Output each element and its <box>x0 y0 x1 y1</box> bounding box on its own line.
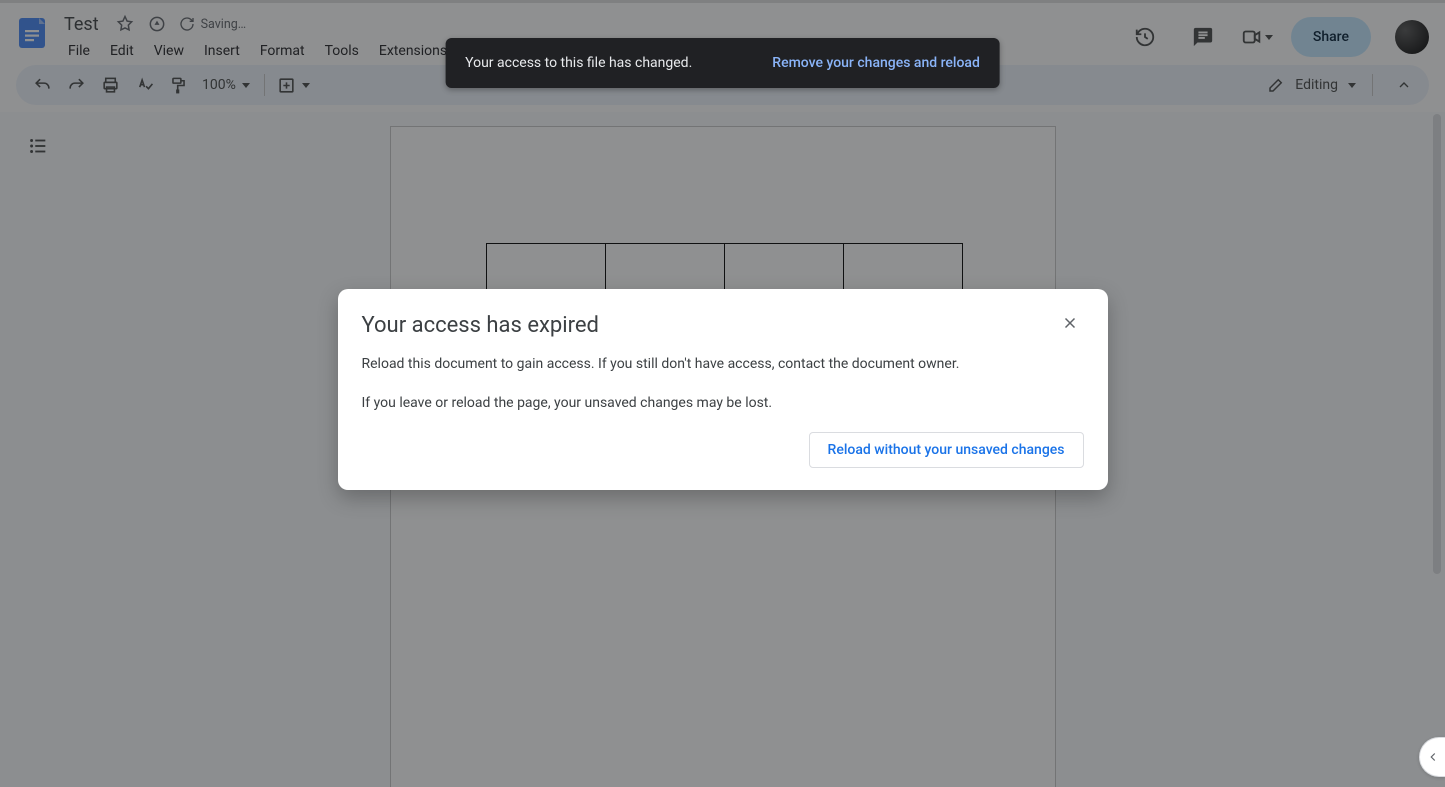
reload-button-label: Reload without your unsaved changes <box>828 442 1065 458</box>
dialog-body: Reload this document to gain access. If … <box>362 354 1084 414</box>
dialog-title: Your access has expired <box>362 313 599 338</box>
toast-message: Your access to this file has changed. <box>465 55 692 71</box>
toast-action-link[interactable]: Remove your changes and reload <box>772 55 980 71</box>
reload-button[interactable]: Reload without your unsaved changes <box>809 432 1084 468</box>
dialog-close-button[interactable] <box>1056 309 1084 337</box>
dialog-text-1: Reload this document to gain access. If … <box>362 354 1084 375</box>
access-expired-dialog: Your access has expired Reload this docu… <box>338 289 1108 490</box>
dialog-text-2: If you leave or reload the page, your un… <box>362 393 1084 414</box>
access-changed-toast: Your access to this file has changed. Re… <box>445 38 1000 88</box>
